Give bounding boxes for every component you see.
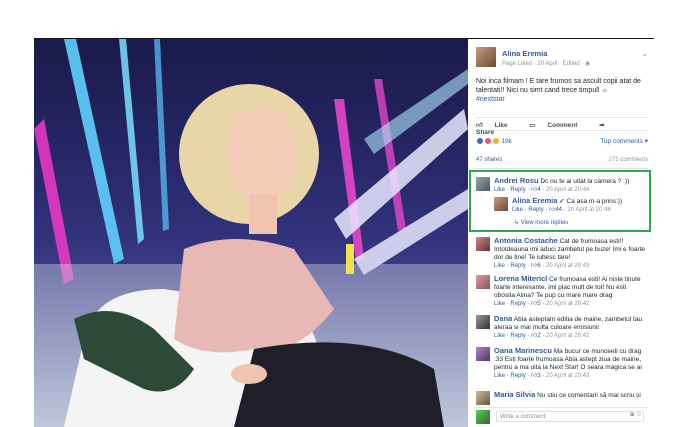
comment-reply-link[interactable]: Reply <box>510 301 525 307</box>
comment-time[interactable]: 20 April at 20:43 <box>546 373 589 379</box>
comment-author[interactable]: Antonia Costache <box>494 236 558 245</box>
comment-links: Like · Reply · 👍︎4 · 20 April at 20:44 <box>494 187 590 193</box>
post-text: Noi inca filmam ! E tare frumos sa ascul… <box>476 77 648 104</box>
verified-icon: ✔ <box>559 198 565 205</box>
comment-links: Like · Reply · 👍︎2 · 20 April at 20:42 <box>494 333 590 339</box>
page-avatar[interactable] <box>476 47 496 67</box>
comment-item: Antonia Costache Cat de frumoasa esti!! … <box>476 237 648 271</box>
comment-reply-link[interactable]: Reply <box>510 187 525 193</box>
love-reaction-icon <box>483 137 492 145</box>
post-frame: Alina Eremia Page Liked · 20 April · Edi… <box>34 38 654 427</box>
camera-icon[interactable]: ◙ <box>630 412 634 418</box>
post-header: Alina Eremia Page Liked · 20 April · Edi… <box>476 47 648 71</box>
avatar <box>476 410 490 424</box>
reaction-count[interactable]: 19k <box>501 138 511 145</box>
comment-like-link[interactable]: Like <box>494 333 505 339</box>
comment-like-link[interactable]: Like <box>512 207 523 213</box>
like-button[interactable]: 👍︎ Like <box>476 122 518 129</box>
comment-reply-link[interactable]: Reply <box>510 263 525 269</box>
hashtag-link[interactable]: #nextstar <box>476 95 648 104</box>
comment-author[interactable]: Maria Silvia <box>494 391 535 399</box>
comment-author[interactable]: Oana Marinescu <box>494 346 552 355</box>
comment-links: Like · Reply · 👍︎44 · 20 April at 20:48 <box>512 207 611 213</box>
comment-item: Andrei Rosu Dc nu te ai uitat la camera … <box>476 177 648 199</box>
comment-time[interactable]: 20 April at 20:42 <box>546 333 589 339</box>
comment-icon: ▭ <box>529 122 536 129</box>
comment-author[interactable]: Dana <box>494 314 512 323</box>
write-comment-input[interactable]: Write a comment <box>496 411 644 422</box>
comment-panel: Alina Eremia Page Liked · 20 April · Edi… <box>468 39 654 427</box>
like-reaction-icon <box>476 137 484 145</box>
view-more-replies-link[interactable]: ↳ View more replies <box>514 219 568 226</box>
comment-time[interactable]: 20 April at 20:48 <box>567 207 610 213</box>
avatar[interactable] <box>476 237 490 251</box>
comment-button[interactable]: ▭ Comment <box>529 122 587 129</box>
chevron-down-icon[interactable]: ⌄ <box>641 49 648 58</box>
comment-text: Nu stiu ce comentarii să mai scriu și <box>537 392 641 399</box>
write-comment-row: Write a comment ◙ ☺ <box>476 407 648 424</box>
comment-text: Dc nu te ai uitat la camera ? :)) <box>540 178 630 185</box>
comment-author[interactable]: Andrei Rosu <box>494 176 539 185</box>
avatar[interactable] <box>476 177 490 191</box>
comment-reply-link[interactable]: Reply <box>510 333 525 339</box>
comment-links: Like · Reply · 👍︎6 · 20 April at 20:43 <box>494 263 590 269</box>
comment-time[interactable]: 20 April at 20:43 <box>546 263 589 269</box>
comment-like-link[interactable]: Like <box>494 301 505 307</box>
comment-time[interactable]: 20 April at 20:42 <box>546 301 589 307</box>
avatar[interactable] <box>476 315 490 329</box>
comment-reply-link[interactable]: Reply <box>510 373 525 379</box>
comment-item: Dana Abia asteptam editia de maine, zamb… <box>476 315 648 345</box>
wow-reaction-icon <box>491 137 500 145</box>
emoji-icon[interactable]: ☺ <box>636 412 642 418</box>
sun-emoji-icon: ☼ <box>601 87 609 94</box>
comment-item: Maria Silvia Nu stiu ce comentarii să ma… <box>476 391 648 405</box>
comment-text: Abia asteptam editia de maine, zambetul … <box>494 316 643 331</box>
top-comments-dropdown[interactable]: Top comments ▾ <box>601 137 648 145</box>
avatar[interactable] <box>476 347 490 361</box>
comment-like-link[interactable]: Like <box>494 263 505 269</box>
comment-links: Like · Reply · 👍︎5 · 20 April at 20:42 <box>494 301 590 307</box>
comment-like-link[interactable]: Like <box>494 187 505 193</box>
comment-author[interactable]: Lorena Mitericl <box>494 274 547 283</box>
comment-text: Ca asa m-a prins:)) <box>566 198 623 205</box>
comment-reply-link[interactable]: Reply <box>528 207 543 213</box>
globe-icon: ◉ <box>585 61 591 67</box>
thumbs-up-icon: 👍︎ <box>476 122 483 129</box>
comment-item: Oana Marinescu Ma bucur ce munceeti cu d… <box>476 347 648 389</box>
post-photo[interactable] <box>34 39 468 427</box>
comment-like-link[interactable]: Like <box>494 373 505 379</box>
post-meta: Page Liked · 20 April · Edited · ◉ <box>502 61 591 67</box>
comment-time[interactable]: 20 April at 20:44 <box>546 187 589 193</box>
avatar[interactable] <box>476 391 490 405</box>
stats-row: 47 shares 275 comments <box>476 157 648 169</box>
shares-count[interactable]: 47 shares <box>476 157 502 163</box>
reply-arrow-icon: ↳ <box>514 220 520 226</box>
comment-links: Like · Reply · 👍︎3 · 20 April at 20:43 <box>494 373 590 379</box>
reply-item: Alina Eremia ✔ Ca asa m-a prins:)) Like … <box>494 197 646 219</box>
comments-count[interactable]: 275 comments <box>609 157 648 163</box>
reactions-row: 19k Top comments ▾ <box>476 137 648 147</box>
photo-illustration <box>34 39 468 427</box>
share-icon: ➦ <box>599 122 605 129</box>
comment-author[interactable]: Alina Eremia <box>512 196 557 205</box>
post-author[interactable]: Alina Eremia <box>502 49 547 58</box>
post-actions: 👍︎ Like ▭ Comment ➦ Share <box>476 117 648 136</box>
avatar[interactable] <box>476 275 490 289</box>
comment-item: Lorena Mitericl Ce frumoasa esti! Ai nis… <box>476 275 648 315</box>
avatar[interactable] <box>494 197 508 211</box>
